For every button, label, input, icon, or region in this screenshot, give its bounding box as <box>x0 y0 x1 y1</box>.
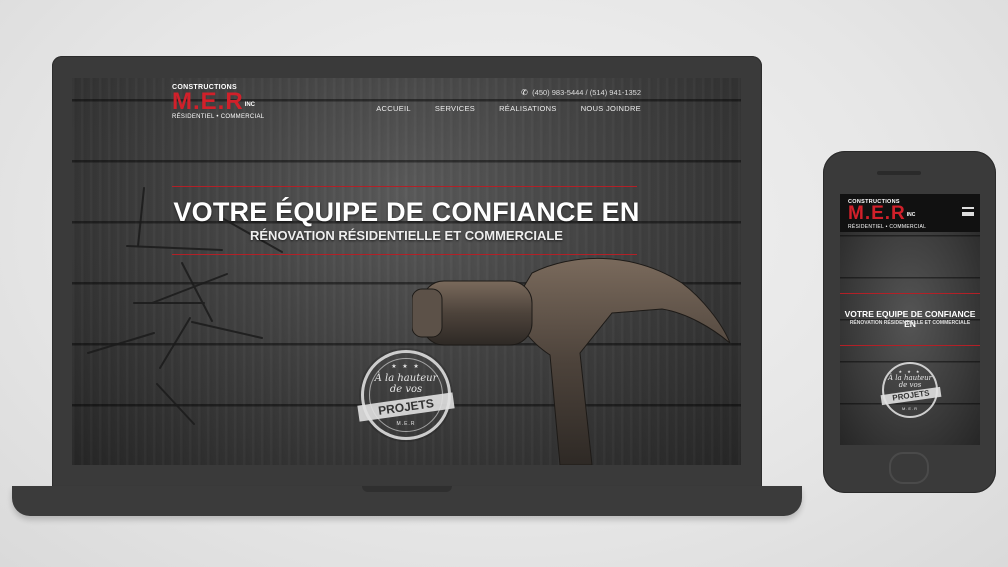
badge-script: À la hauteur de vos <box>364 373 448 395</box>
badge-stars: ★ ★ ★ <box>391 364 421 370</box>
mobile-logo-inc-text: INC <box>906 211 916 218</box>
mobile-header: CONSTRUCTIONS M.E.RINC RÉSIDENTIEL • COM… <box>840 194 980 232</box>
mobile-logo-sub-text: RÉSIDENTIEL • COMMERCIAL <box>848 224 927 230</box>
laptop-screen: CONSTRUCTIONS M.E.RINC RÉSIDENTIEL • COM… <box>72 78 741 465</box>
hammer-illustration <box>412 257 731 465</box>
nav-item-realisations[interactable]: RÉALISATIONS <box>499 104 557 113</box>
mobile-hero-subtitle: RÉNOVATION RÉSIDENTIELLE ET COMMERCIALE <box>849 320 971 326</box>
mobile-badge-script-line2: de vos <box>898 381 922 389</box>
phone-screen: CONSTRUCTIONS M.E.RINC RÉSIDENTIEL • COM… <box>840 194 980 445</box>
laptop-notch <box>362 486 452 492</box>
logo-sub-text: RÉSIDENTIEL • COMMERCIAL <box>172 114 265 120</box>
mobile-hero-divider-bottom <box>840 345 980 346</box>
mobile-logo-main-text: M.E.R <box>848 203 906 224</box>
phone-numbers: (450) 983-5444 / (514) 941-1352 <box>532 88 641 97</box>
main-nav: ACCUEIL SERVICES RÉALISATIONS NOUS JOIND… <box>376 104 641 113</box>
phone-icon: ✆ <box>521 88 528 98</box>
phone-speaker <box>877 171 921 175</box>
badge-script-line2: de vos <box>389 384 423 395</box>
mobile-logo[interactable]: CONSTRUCTIONS M.E.RINC RÉSIDENTIEL • COM… <box>848 199 926 230</box>
hero-divider-top <box>172 186 637 187</box>
mobile-hero-title: VOTRE EQUIPE DE CONFIANCE EN <box>844 309 976 329</box>
mobile-badge-ribbon: PROJETS <box>880 386 942 406</box>
badge-foot: M.E.R <box>396 421 416 427</box>
nav-item-services[interactable]: SERVICES <box>435 104 475 113</box>
hero-title: VOTRE ÉQUIPE DE CONFIANCE EN <box>173 197 640 227</box>
phone-contact[interactable]: ✆ (450) 983-5444 / (514) 941-1352 <box>521 88 641 97</box>
logo-inc-text: INC <box>244 101 256 108</box>
logo-main-text: M.E.R <box>172 88 244 115</box>
hero-divider-bottom <box>172 254 637 255</box>
hamburger-menu-icon[interactable] <box>962 207 974 216</box>
hero-subtitle: RÉNOVATION RÉSIDENTIELLE ET COMMERCIALE <box>250 228 563 243</box>
nav-item-nous-joindre[interactable]: NOUS JOINDRE <box>581 104 641 113</box>
nav-item-accueil[interactable]: ACCUEIL <box>376 104 411 113</box>
mobile-hero-divider-top <box>840 293 980 294</box>
site-logo[interactable]: CONSTRUCTIONS M.E.RINC RÉSIDENTIEL • COM… <box>172 84 264 120</box>
badge-script-line1: À la hauteur <box>374 373 438 384</box>
mobile-projects-badge: ★ ★ ★ À la hauteur de vos PROJETS M.E.R <box>880 362 942 418</box>
mobile-badge-foot: M.E.R <box>901 406 919 411</box>
projects-badge: ★ ★ ★ À la hauteur de vos PROJETS M.E.R <box>357 350 455 440</box>
phone-home-button[interactable] <box>889 452 929 484</box>
mobile-badge-script: À la hauteur de vos <box>884 375 936 389</box>
